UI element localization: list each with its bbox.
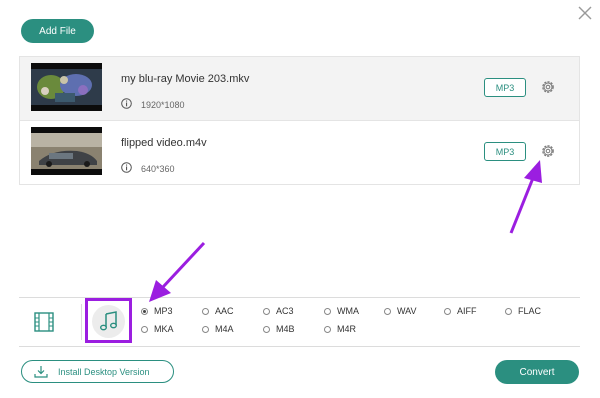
format-label: AAC: [215, 306, 234, 316]
divider: [81, 304, 82, 340]
format-label: M4B: [276, 324, 295, 334]
format-label: MKA: [154, 324, 174, 334]
format-label: M4A: [215, 324, 234, 334]
format-option-wma[interactable]: WMA: [324, 306, 359, 316]
radio-button[interactable]: [202, 307, 209, 315]
file-resolution: 640*360: [141, 164, 175, 174]
format-option-wav[interactable]: WAV: [384, 306, 417, 316]
format-label: FLAC: [518, 306, 542, 316]
format-label: M4R: [337, 324, 357, 334]
radio-button[interactable]: [324, 325, 331, 333]
radio-button[interactable]: [141, 325, 148, 333]
output-format-button[interactable]: MP3: [484, 142, 526, 161]
add-file-button[interactable]: Add File: [21, 19, 94, 43]
format-panel: MP3 AAC AC3 WMA WAV AIFF FLAC MKA M4A M4…: [19, 297, 580, 347]
format-option-m4b[interactable]: M4B: [263, 324, 295, 334]
radio-button[interactable]: [263, 307, 270, 315]
file-resolution: 1920*1080: [141, 100, 185, 110]
audio-format-tab[interactable]: [85, 298, 132, 343]
radio-button[interactable]: [444, 307, 451, 315]
format-label: WMA: [337, 306, 359, 316]
radio-button[interactable]: [505, 307, 512, 315]
close-icon[interactable]: [574, 2, 596, 24]
file-name: flipped video.m4v: [121, 137, 207, 149]
install-desktop-button[interactable]: Install Desktop Version: [21, 360, 174, 383]
format-option-aiff[interactable]: AIFF: [444, 306, 477, 316]
file-row[interactable]: flipped video.m4v 640*360 MP3: [19, 120, 580, 185]
output-format-button[interactable]: MP3: [484, 78, 526, 97]
radio-button[interactable]: [384, 307, 391, 315]
radio-button[interactable]: [263, 325, 270, 333]
gear-icon[interactable]: [540, 143, 556, 159]
format-option-aac[interactable]: AAC: [202, 306, 234, 316]
video-thumbnail: [31, 127, 102, 175]
file-list: my blu-ray Movie 203.mkv 1920*1080 MP3 f…: [19, 56, 580, 185]
format-option-m4r[interactable]: M4R: [324, 324, 356, 334]
video-format-tab-icon[interactable]: [33, 311, 55, 333]
install-label: Install Desktop Version: [58, 366, 150, 377]
format-label: MP3: [154, 306, 173, 316]
format-option-mka[interactable]: MKA: [141, 324, 174, 334]
format-option-m4a[interactable]: M4A: [202, 324, 234, 334]
download-icon: [34, 365, 48, 378]
gear-icon[interactable]: [540, 79, 556, 95]
convert-button[interactable]: Convert: [495, 360, 579, 384]
format-option-flac[interactable]: FLAC: [505, 306, 541, 316]
radio-button[interactable]: [202, 325, 209, 333]
file-name: my blu-ray Movie 203.mkv: [121, 73, 250, 85]
format-option-mp3[interactable]: MP3: [141, 306, 173, 316]
file-row[interactable]: my blu-ray Movie 203.mkv 1920*1080 MP3: [19, 56, 580, 120]
format-option-ac3[interactable]: AC3: [263, 306, 294, 316]
video-thumbnail: [31, 63, 102, 111]
info-icon[interactable]: [121, 162, 132, 173]
radio-button[interactable]: [324, 307, 331, 315]
arrow-to-audio-tab: [149, 241, 206, 302]
format-label: WAV: [397, 306, 417, 316]
music-note-icon: [100, 311, 117, 331]
format-label: AIFF: [457, 306, 477, 316]
info-icon[interactable]: [121, 98, 132, 109]
format-label: AC3: [276, 306, 294, 316]
radio-button[interactable]: [141, 307, 148, 315]
